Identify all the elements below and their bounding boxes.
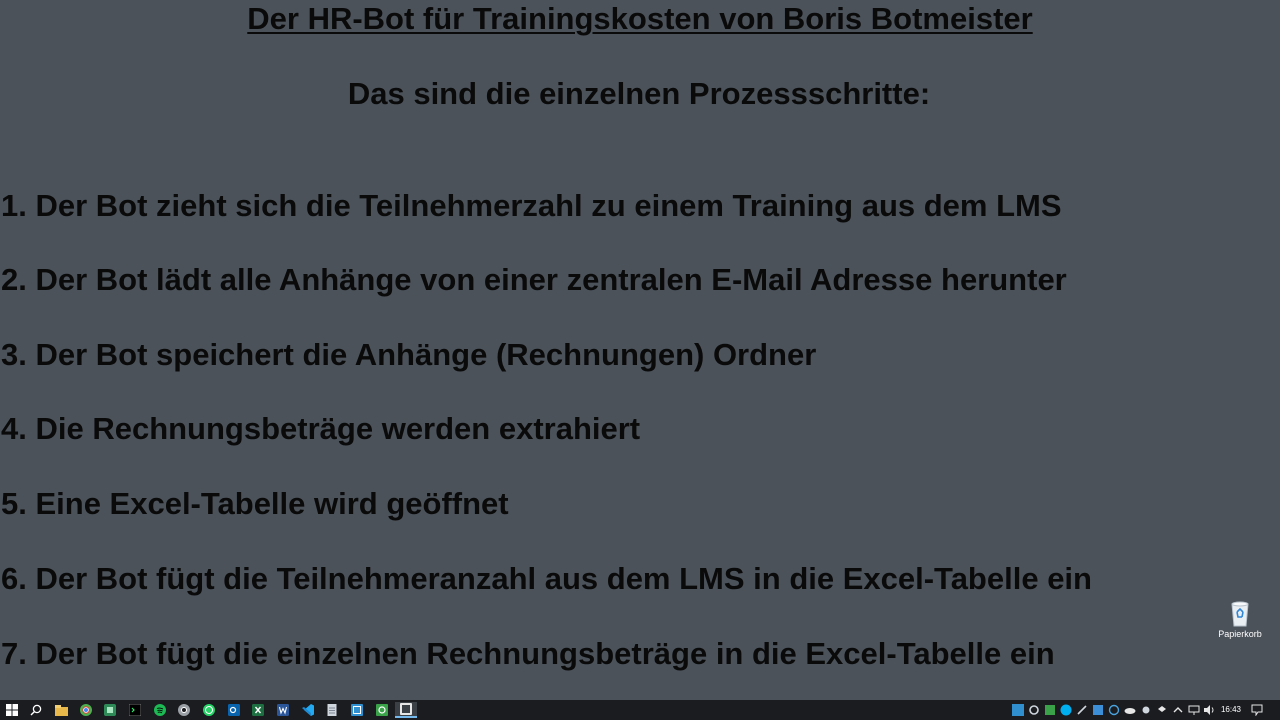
network-icon [1188,705,1200,715]
tray-app-icon-3[interactable] [1076,704,1088,716]
chromium-icon [178,704,190,716]
sync-icon [1108,704,1120,716]
gear-icon [1029,705,1039,715]
notification-icon [1251,704,1263,716]
taskbar-terminal[interactable] [124,702,146,718]
uipath-assistant-icon [376,704,388,716]
recycle-bin[interactable]: Papierkorb [1212,598,1268,646]
taskbar-outlook[interactable] [223,702,245,718]
taskbar-excel[interactable] [247,702,269,718]
dropbox-icon [1158,706,1166,712]
vscode-icon [302,704,314,716]
tray-app-icon-4[interactable] [1092,704,1104,716]
tray-dropbox[interactable] [1156,704,1168,716]
recycle-bin-label: Papierkorb [1218,629,1262,639]
green-app-icon [1045,705,1055,715]
taskbar-chrome[interactable] [75,702,97,718]
recycle-bin-icon [1231,601,1249,627]
taskbar-uipath-assistant[interactable] [371,702,393,718]
app-green-icon [104,704,116,716]
page-title: Der HR-Bot für Trainingskosten von Boris… [247,1,1033,36]
taskbar: 16:43 [0,700,1280,720]
terminal-icon [129,704,141,716]
taskbar-active-window[interactable] [395,702,417,718]
start-button[interactable] [1,702,23,718]
tray-skype[interactable] [1060,704,1072,716]
excel-icon [252,704,264,716]
process-step-6: 6. Der Bot fügt die Teilnehmeranzahl aus… [1,561,1092,596]
tray-app-icon-7[interactable] [1172,704,1184,716]
taskbar-word[interactable] [272,702,294,718]
taskbar-file-explorer[interactable] [50,702,72,718]
notification-center[interactable] [1251,704,1263,716]
desktop: Der HR-Bot für Trainingskosten von Boris… [0,0,1280,700]
skype-icon [1060,704,1072,716]
tray-app-icon-2[interactable] [1044,704,1056,716]
process-step-5: 5. Eine Excel-Tabelle wird geöffnet [1,486,509,521]
volume-icon [1204,705,1214,715]
cloud-icon [1124,708,1136,714]
tray-network[interactable] [1188,704,1200,716]
tray-app-icon-5[interactable] [1108,704,1120,716]
process-step-4: 4. Die Rechnungsbeträge werden extrahier… [1,411,641,446]
uipath-tray-icon [1012,704,1024,716]
tray-onedrive[interactable] [1124,704,1136,716]
process-step-7: 7. Der Bot fügt die einzelnen Rechnungsb… [1,636,1055,671]
start-icon [6,704,18,716]
taskbar-vscode[interactable] [297,702,319,718]
tray-app-icon-6[interactable] [1140,704,1152,716]
taskbar-whatsapp[interactable] [198,702,220,718]
taskbar-notepad[interactable] [321,702,343,718]
tray-app-icon-1[interactable] [1028,704,1040,716]
tray-uipath-icon[interactable] [1012,704,1024,716]
process-step-2: 2. Der Bot lädt alle Anhänge von einer z… [1,262,1067,297]
search-button[interactable] [25,702,47,718]
taskbar-app-green[interactable] [99,702,121,718]
process-step-1: 1. Der Bot zieht sich die Teilnehmerzahl… [1,188,1062,223]
bug-icon [1142,706,1150,714]
file-explorer-icon [54,704,68,716]
whatsapp-icon [203,704,215,716]
taskbar-spotify[interactable] [149,702,171,718]
tray-volume[interactable] [1203,704,1215,716]
chevron-up-icon [1173,707,1183,713]
search-icon [30,704,42,716]
blue-app-icon [1093,705,1103,715]
spotify-icon [154,704,166,716]
word-icon [277,704,289,716]
outlook-icon [228,704,240,716]
notepad-icon [327,704,337,716]
uipath-studio-icon [351,704,363,716]
page-subtitle: Das sind die einzelnen Prozessschritte: [347,76,931,111]
taskbar-chromium[interactable] [173,702,195,718]
process-step-3: 3. Der Bot speichert die Anhänge (Rechnu… [1,337,817,372]
taskbar-uipath-studio[interactable] [346,702,368,718]
active-window-icon [400,703,412,715]
chrome-icon [80,704,92,716]
taskbar-clock[interactable]: 16:43 [1218,703,1244,717]
pen-icon [1077,705,1087,715]
